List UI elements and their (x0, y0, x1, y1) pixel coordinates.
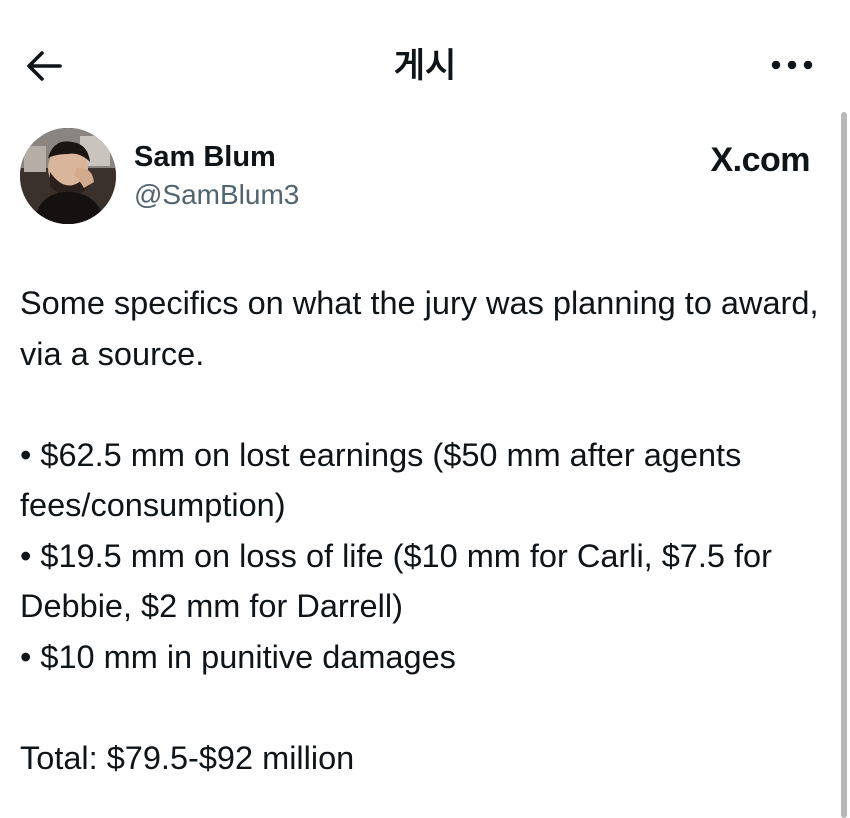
author-display-name[interactable]: Sam Blum (134, 140, 276, 174)
more-horizontal-icon (771, 60, 813, 70)
scrollbar[interactable] (841, 112, 847, 818)
page-title: 게시 (393, 46, 457, 86)
tweet-bullet-2: • $19.5 mm on loss of life ($10 mm for C… (20, 537, 772, 625)
tweet-bullet-3: • $10 mm in punitive damages (20, 638, 456, 675)
tweet-bullet-1: • $62.5 mm on lost earnings ($50 mm afte… (20, 436, 742, 524)
top-navigation-bar: 게시 (0, 0, 850, 120)
author-avatar[interactable] (20, 128, 116, 224)
more-options-button[interactable] (768, 50, 816, 80)
tweet-text: Some specifics on what the jury was plan… (20, 278, 820, 783)
tweet-author-header: Sam Blum @SamBlum3 X.com (20, 128, 810, 228)
user-avatar-icon (20, 128, 116, 224)
tweet-total-text: Total: $79.5-$92 million (20, 739, 355, 776)
tweet-intro-text: Some specifics on what the jury was plan… (20, 285, 819, 372)
author-handle[interactable]: @SamBlum3 (134, 178, 299, 212)
source-label: X.com (710, 141, 810, 179)
